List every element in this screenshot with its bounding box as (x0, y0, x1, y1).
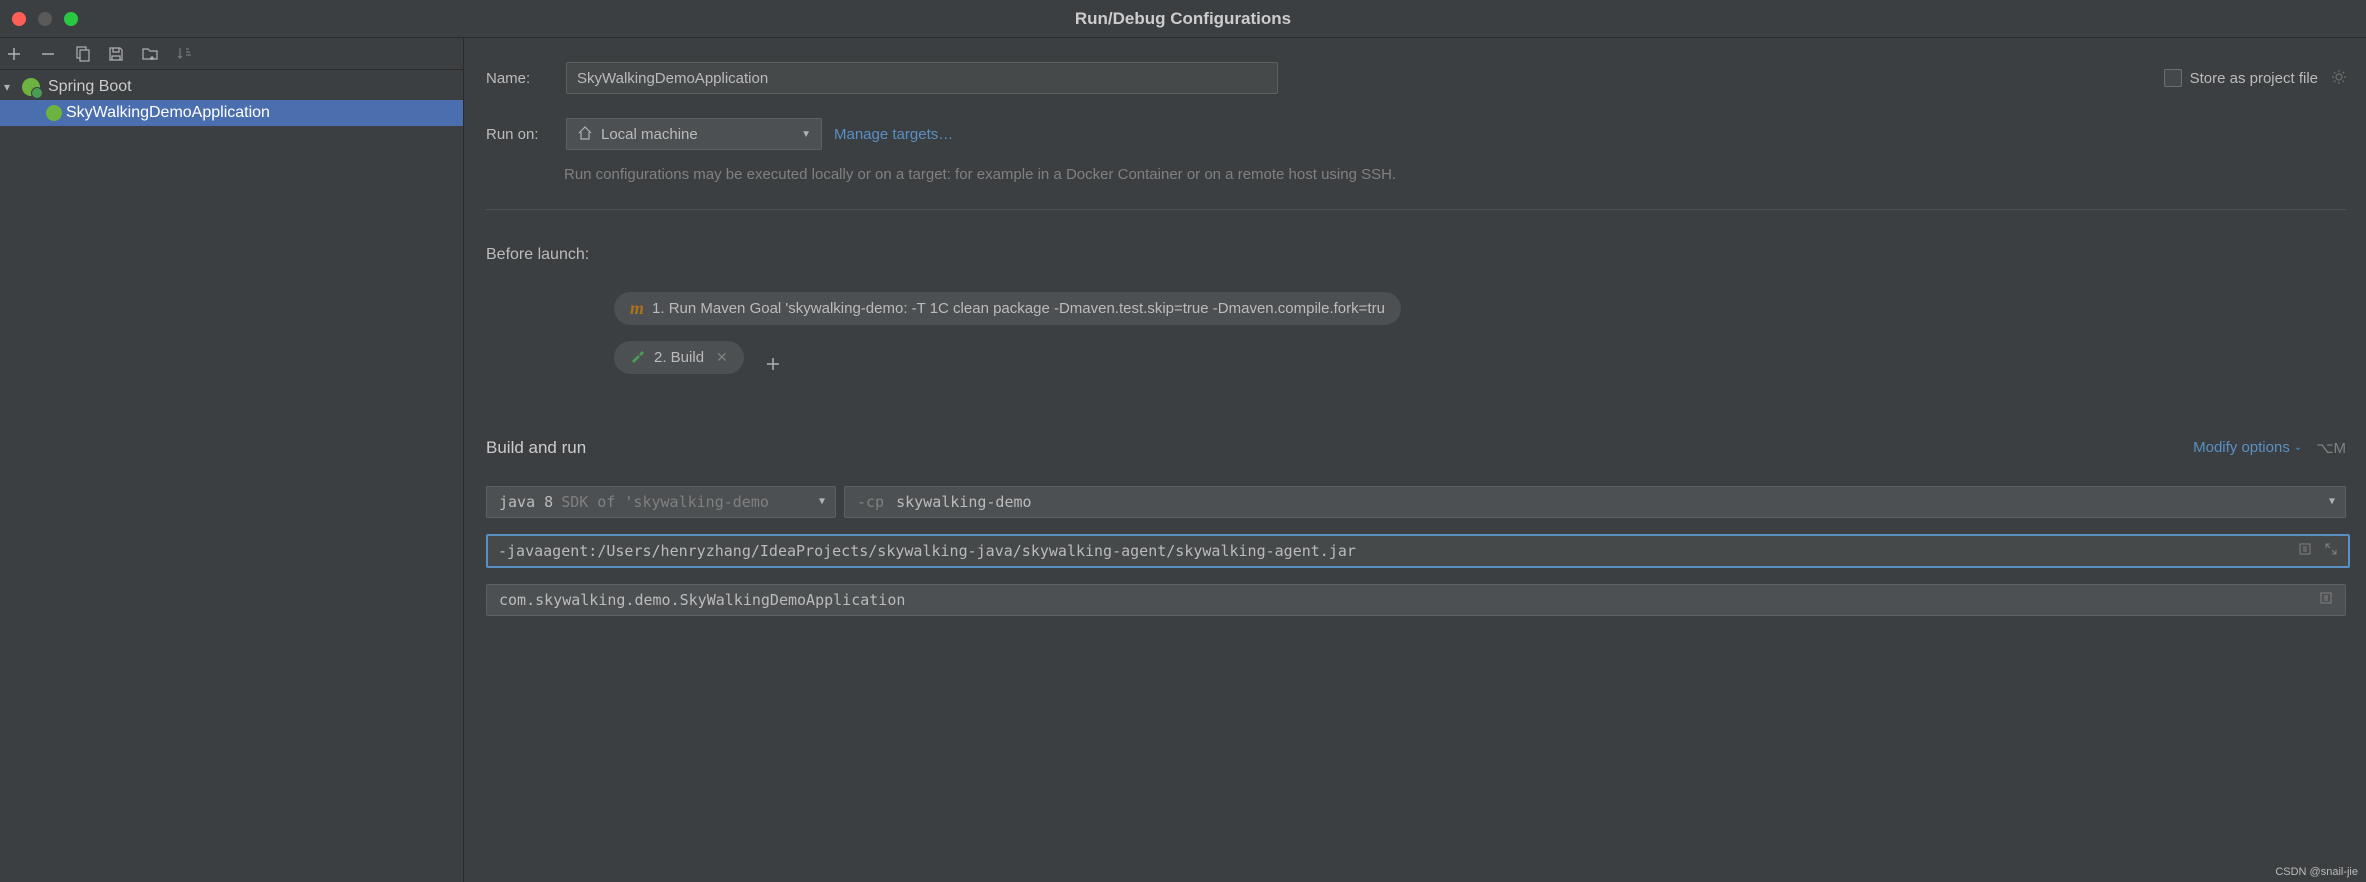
expand-arrow-icon: ▾ (4, 80, 18, 94)
classpath-select[interactable]: -cp skywalking-demo ▼ (844, 486, 2346, 518)
spring-boot-icon (22, 78, 40, 96)
jdk-name: java 8 (499, 493, 553, 511)
name-label: Name: (486, 70, 566, 87)
chevron-down-icon: ▼ (819, 496, 825, 507)
watermark: CSDN @snail-jie (2275, 866, 2358, 878)
maximize-window-button[interactable] (64, 12, 78, 26)
folder-icon[interactable] (140, 44, 160, 64)
build-run-label: Build and run (486, 438, 586, 458)
home-icon (577, 125, 593, 144)
run-on-select[interactable]: Local machine ▼ (566, 118, 822, 150)
copy-icon[interactable] (72, 44, 92, 64)
hammer-icon (630, 347, 646, 368)
modify-options-link[interactable]: Modify options ⌄ ⌥M (2193, 439, 2346, 457)
chip-label: 2. Build (654, 349, 704, 366)
window-title: Run/Debug Configurations (1075, 9, 1291, 29)
sort-icon[interactable] (174, 44, 194, 64)
browse-icon[interactable] (2319, 591, 2333, 609)
save-icon[interactable] (106, 44, 126, 64)
add-before-launch-icon[interactable] (766, 355, 780, 376)
before-launch-item-maven[interactable]: m 1. Run Maven Goal 'skywalking-demo: -T… (614, 292, 1401, 325)
jdk-desc: SDK of 'skywalking-demo (561, 493, 769, 511)
chip-label: 1. Run Maven Goal 'skywalking-demo: -T 1… (652, 300, 1385, 317)
chevron-down-icon: ▼ (2329, 496, 2335, 507)
divider (486, 209, 2346, 210)
configurations-sidebar: ▾ Spring Boot SkyWalkingDemoApplication (0, 38, 464, 882)
minimize-window-button[interactable] (38, 12, 52, 26)
tree-item-label: SkyWalkingDemoApplication (66, 104, 270, 122)
chevron-down-icon: ▼ (801, 129, 811, 140)
add-icon[interactable] (4, 44, 24, 64)
remove-icon[interactable] (38, 44, 58, 64)
insert-icon[interactable] (2298, 542, 2312, 560)
tree-group-label: Spring Boot (48, 78, 132, 96)
store-checkbox[interactable] (2164, 69, 2182, 87)
vm-options-text: -javaagent:/Users/henryzhang/IdeaProject… (498, 542, 2298, 560)
main-class-input[interactable]: com.skywalking.demo.SkyWalkingDemoApplic… (486, 584, 2346, 616)
name-input[interactable] (566, 62, 1278, 94)
run-on-label: Run on: (486, 126, 566, 143)
chevron-down-icon: ⌄ (2294, 442, 2302, 453)
vm-options-input[interactable]: -javaagent:/Users/henryzhang/IdeaProject… (486, 534, 2350, 568)
close-window-button[interactable] (12, 12, 26, 26)
gear-icon[interactable] (2330, 68, 2348, 89)
cp-prefix: -cp (857, 493, 884, 511)
remove-chip-icon[interactable]: ✕ (716, 349, 728, 366)
before-launch-item-build[interactable]: 2. Build ✕ (614, 341, 744, 374)
main-class-text: com.skywalking.demo.SkyWalkingDemoApplic… (499, 591, 905, 609)
cp-value: skywalking-demo (896, 493, 1031, 511)
run-on-value: Local machine (601, 126, 698, 143)
spring-boot-icon (46, 105, 62, 121)
tree-item-skywalkingdemoapplication[interactable]: SkyWalkingDemoApplication (0, 100, 463, 126)
manage-targets-link[interactable]: Manage targets… (834, 126, 953, 143)
jdk-select[interactable]: java 8 SDK of 'skywalking-demo ▼ (486, 486, 836, 518)
before-launch-label: Before launch: (486, 246, 2366, 264)
tree-group-spring-boot[interactable]: ▾ Spring Boot (0, 74, 463, 100)
expand-icon[interactable] (2324, 542, 2338, 560)
run-on-help-text: Run configurations may be executed local… (564, 164, 2366, 187)
store-label: Store as project file (2190, 70, 2318, 87)
shortcut-text: ⌥M (2316, 439, 2346, 457)
maven-icon: m (630, 298, 644, 319)
modify-options-text: Modify options (2193, 439, 2290, 456)
